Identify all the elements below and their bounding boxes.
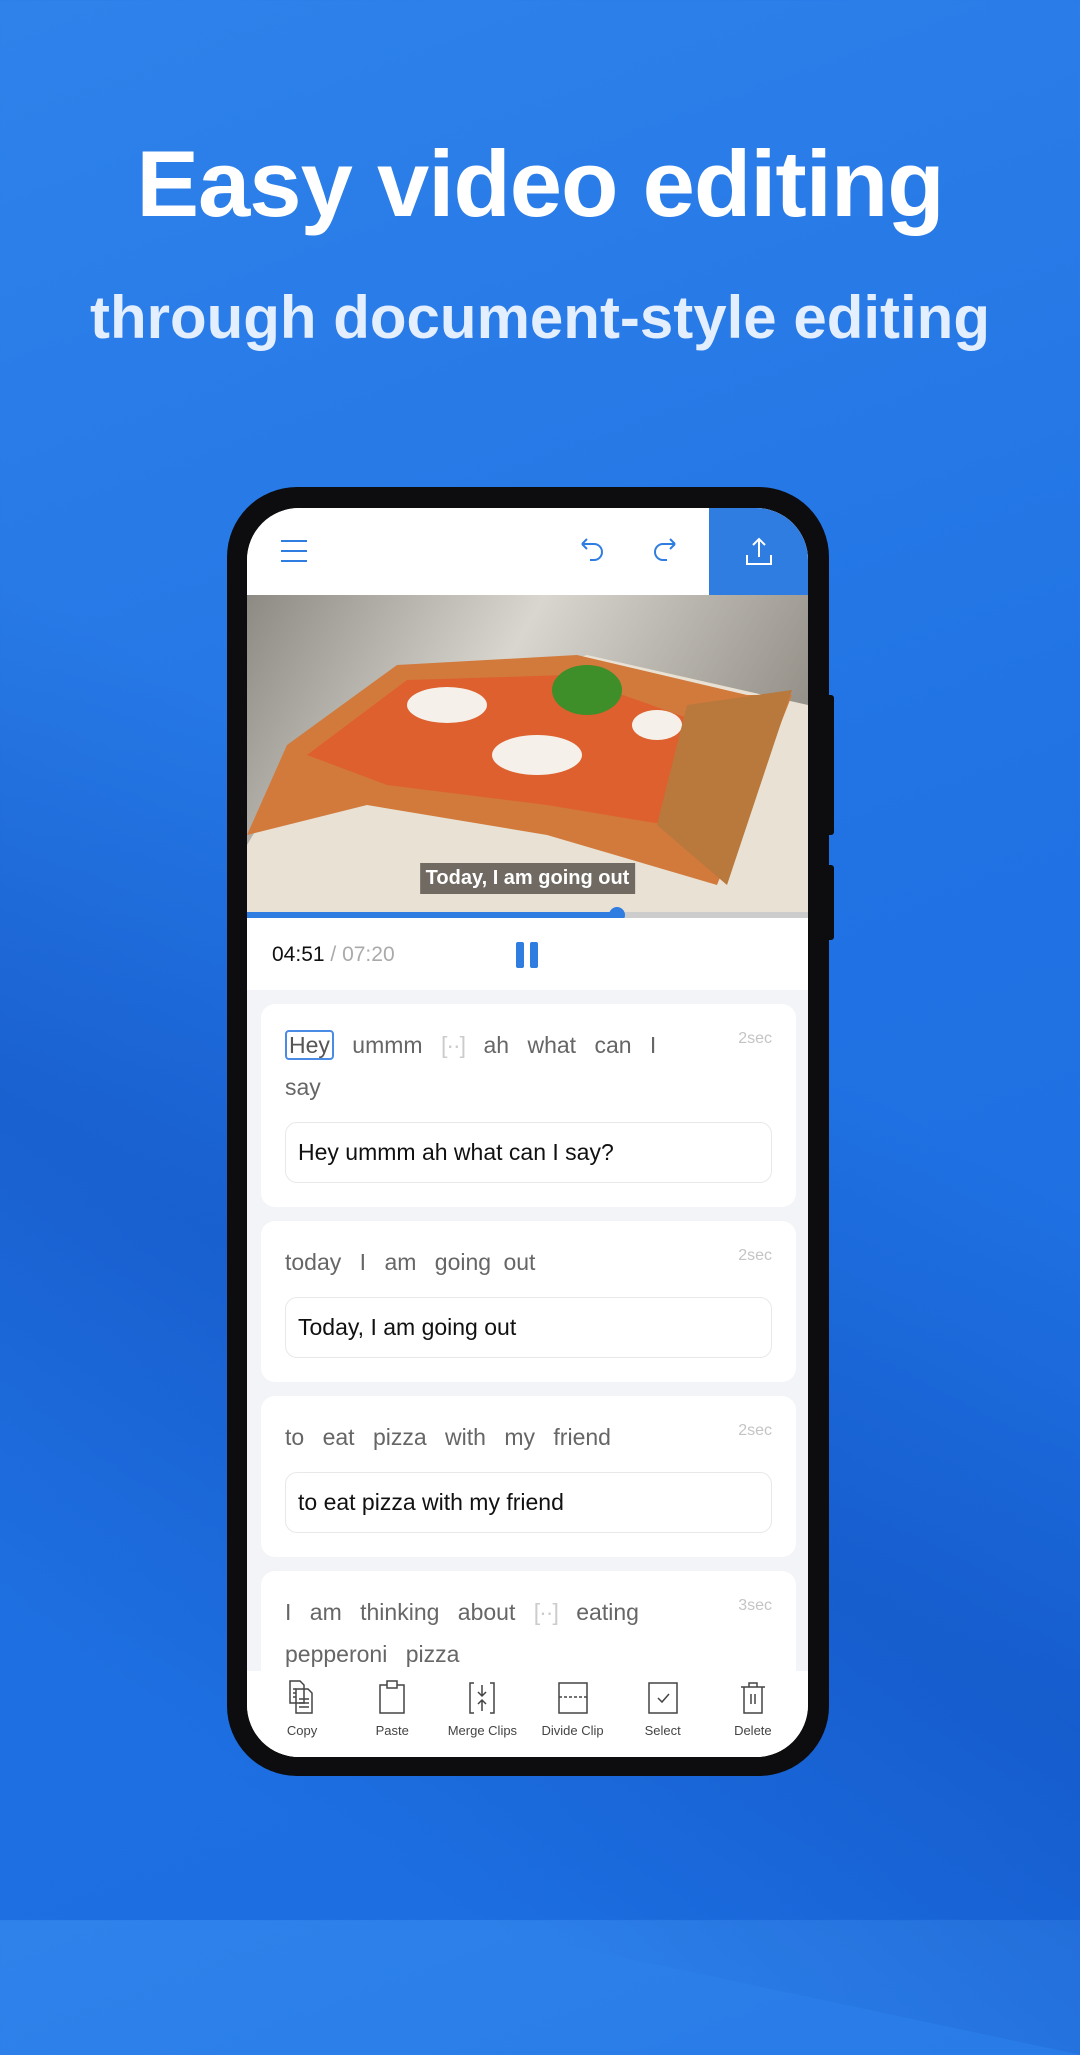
copy-icon [289, 1680, 313, 1714]
word-token[interactable]: to [285, 1424, 304, 1450]
silence-marker[interactable]: [··] [441, 1032, 466, 1058]
delete-button[interactable]: Delete [709, 1677, 797, 1757]
merge-clips-button[interactable]: Merge Clips [438, 1677, 526, 1757]
word-token[interactable]: pizza [406, 1641, 460, 1667]
word-token[interactable]: say [285, 1074, 321, 1100]
total-time: / 07:20 [330, 943, 395, 966]
redo-icon[interactable] [649, 534, 683, 568]
video-caption: Today, I am going out [419, 863, 636, 894]
copy-button[interactable]: Copy [258, 1677, 346, 1757]
word-token[interactable]: what [527, 1032, 576, 1058]
action-label: Select [644, 1723, 681, 1738]
word-token[interactable]: ummm [352, 1032, 422, 1058]
word-token[interactable]: am [310, 1599, 342, 1625]
clip-text-field[interactable]: Today, I am going out [285, 1297, 772, 1358]
word-token[interactable]: eating [576, 1599, 639, 1625]
word-token[interactable]: about [458, 1599, 516, 1625]
clip-duration: 3sec [738, 1597, 772, 1614]
silence-marker[interactable]: [··] [534, 1599, 559, 1625]
undo-icon[interactable] [574, 534, 608, 568]
clip-duration: 2sec [738, 1030, 772, 1047]
clip-list: Hey ummm [··] ah what can I say 2sec Hey … [261, 1004, 796, 1757]
clip-text-field[interactable]: to eat pizza with my friend [285, 1472, 772, 1533]
player-controls: 04:51 / 07:20 [247, 918, 808, 990]
clip-text-field[interactable]: Hey ummm ah what can I say? [285, 1122, 772, 1183]
word-token[interactable]: can [594, 1032, 631, 1058]
paste-button[interactable]: Paste [348, 1677, 436, 1757]
clip-duration: 2sec [738, 1247, 772, 1264]
clip-card[interactable]: today I am going out 2sec Today, I am goi… [261, 1221, 796, 1382]
word-token[interactable]: I [285, 1599, 291, 1625]
clip-words: I am thinking about [··] eating pepperon… [285, 1591, 772, 1675]
merge-icon [469, 1682, 496, 1714]
action-label: Divide Clip [541, 1723, 604, 1738]
select-button[interactable]: Select [619, 1677, 707, 1757]
word-token[interactable]: I [650, 1032, 656, 1058]
video-preview[interactable]: Today, I am going out [247, 595, 808, 912]
word-token[interactable]: today [285, 1249, 341, 1275]
divide-clip-button[interactable]: Divide Clip [529, 1677, 617, 1757]
headline: Easy video editing [136, 131, 944, 236]
action-label: Copy [286, 1723, 318, 1738]
word-token[interactable]: I [360, 1249, 366, 1275]
action-label: Merge Clips [447, 1723, 518, 1738]
current-time: 04:51 [272, 943, 325, 966]
word-token[interactable]: eat [323, 1424, 355, 1450]
word-token[interactable]: ah [483, 1032, 509, 1058]
subheadline: through document-style editing [90, 284, 990, 351]
word-token[interactable]: pepperoni [285, 1641, 387, 1667]
pause-icon [516, 942, 524, 968]
clip-words: to eat pizza with my friend [285, 1416, 772, 1458]
top-toolbar [247, 508, 808, 595]
time-display: 04:51 / 07:20 [272, 943, 395, 967]
menu-icon[interactable] [277, 534, 311, 568]
divide-icon [557, 1682, 588, 1714]
word-token[interactable]: thinking [360, 1599, 439, 1625]
clip-card[interactable]: to eat pizza with my friend 2sec to eat p… [261, 1396, 796, 1557]
word-token[interactable]: my [504, 1424, 535, 1450]
word-token[interactable]: pizza [373, 1424, 427, 1450]
bottom-action-bar: Copy Paste Merge Clips Divide Clip Select Del… [247, 1671, 808, 1757]
select-icon [647, 1682, 678, 1714]
word-token[interactable]: friend [553, 1424, 611, 1450]
clip-words: Hey ummm [··] ah what can I say [285, 1024, 772, 1108]
phone-frame: Today, I am going out 04:51 / 07:20 Hey … [227, 487, 829, 1776]
clip-words: today I am going out [285, 1241, 772, 1283]
word-token[interactable]: going out [435, 1249, 536, 1275]
export-button[interactable] [709, 508, 808, 595]
clip-duration: 2sec [738, 1422, 772, 1439]
word-token[interactable]: am [384, 1249, 416, 1275]
trash-icon [740, 1682, 765, 1714]
export-icon [745, 537, 772, 565]
paste-icon [379, 1680, 405, 1714]
pause-icon [530, 942, 538, 968]
clip-card[interactable]: Hey ummm [··] ah what can I say 2sec Hey … [261, 1004, 796, 1207]
word-token[interactable]: with [445, 1424, 486, 1450]
pause-button[interactable] [516, 942, 540, 968]
action-label: Delete [734, 1723, 772, 1738]
word-token[interactable]: Hey [285, 1030, 334, 1060]
app-screen: Today, I am going out 04:51 / 07:20 Hey … [247, 508, 808, 1757]
action-label: Paste [375, 1723, 409, 1738]
